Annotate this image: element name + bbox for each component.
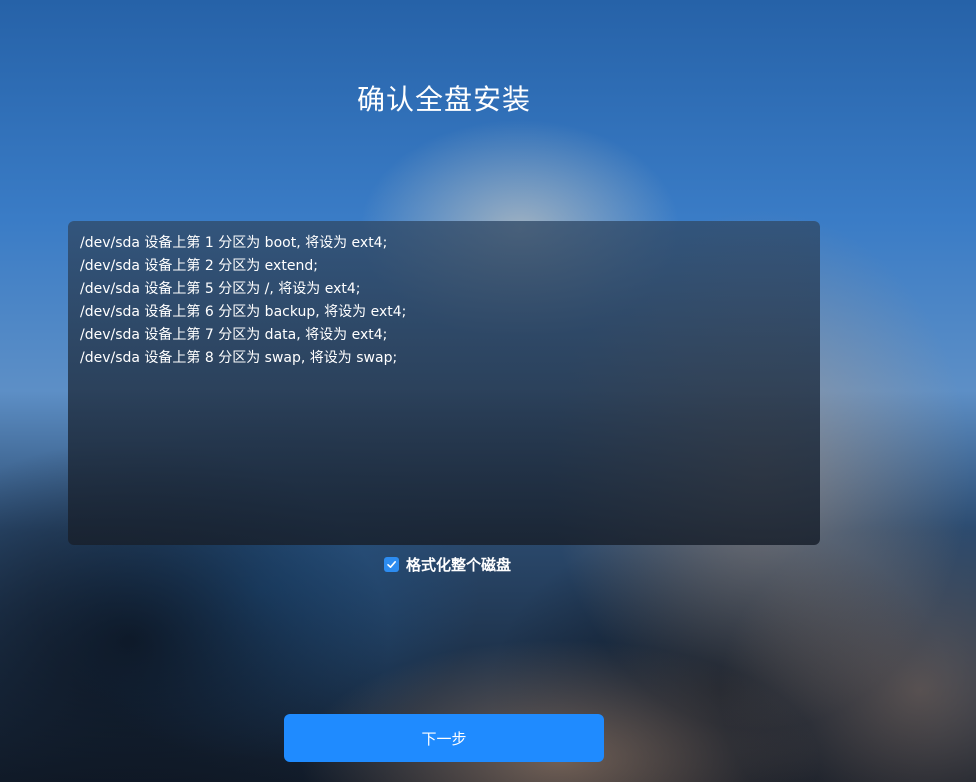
page-title: 确认全盘安装 xyxy=(356,83,531,116)
format-disk-checkbox[interactable] xyxy=(384,556,399,572)
partition-info-line: /dev/sda 设备上第 5 分区为 /, 将设为 ext4; xyxy=(80,281,361,297)
partition-info-line: /dev/sda 设备上第 1 分区为 boot, 将设为 ext4; xyxy=(80,235,388,251)
partition-info-line: /dev/sda 设备上第 8 分区为 swap, 将设为 swap; xyxy=(80,350,398,366)
partition-info-box: /dev/sda 设备上第 1 分区为 boot, 将设为 ext4; /dev… xyxy=(68,221,820,545)
next-button[interactable]: 下一步 xyxy=(284,714,604,762)
partition-info-line: /dev/sda 设备上第 2 分区为 extend; xyxy=(80,258,318,274)
partition-info-line: /dev/sda 设备上第 6 分区为 backup, 将设为 ext4; xyxy=(80,304,407,320)
format-disk-option[interactable]: 格式化整个磁盘 xyxy=(384,553,511,575)
format-disk-label: 格式化整个磁盘 xyxy=(406,555,512,574)
checkmark-icon xyxy=(387,560,396,568)
partition-info-line: /dev/sda 设备上第 7 分区为 data, 将设为 ext4; xyxy=(80,327,388,343)
